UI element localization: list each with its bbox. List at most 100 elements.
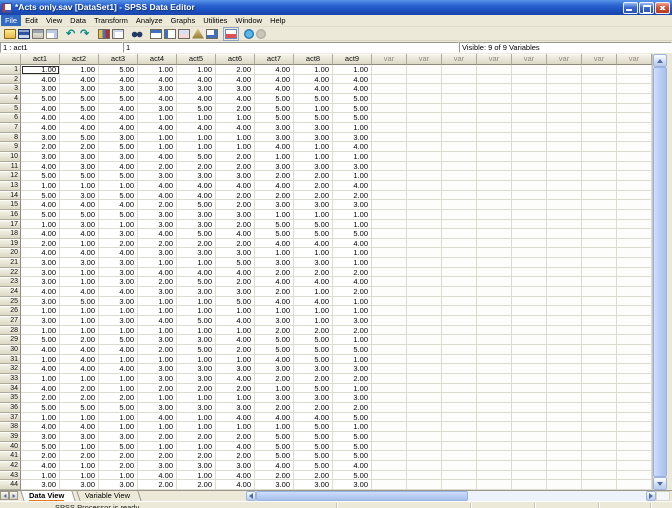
cell[interactable]	[582, 238, 617, 249]
cell[interactable]	[582, 151, 617, 162]
cell[interactable]: 1.00	[294, 248, 333, 259]
cell[interactable]: 3.00	[255, 132, 294, 143]
cell[interactable]	[512, 441, 547, 452]
cell[interactable]: 3.00	[60, 480, 99, 490]
cell[interactable]	[582, 229, 617, 239]
cell[interactable]	[582, 248, 617, 259]
cell[interactable]	[442, 142, 477, 152]
cell[interactable]: 3.00	[138, 171, 177, 181]
cell[interactable]	[617, 345, 652, 355]
cell[interactable]: 2.00	[99, 393, 138, 403]
row-header[interactable]: 31	[0, 354, 21, 365]
cell[interactable]: 5.00	[60, 209, 99, 220]
cell[interactable]: 1.00	[60, 306, 99, 317]
cell[interactable]	[582, 470, 617, 481]
cell[interactable]	[547, 200, 582, 210]
cell[interactable]	[512, 402, 547, 413]
cell[interactable]	[582, 364, 617, 374]
row-header[interactable]: 20	[0, 248, 21, 259]
cell[interactable]	[477, 258, 512, 268]
cell[interactable]: 3.00	[294, 393, 333, 403]
cell[interactable]	[407, 402, 442, 413]
cell[interactable]	[407, 267, 442, 278]
cell[interactable]	[372, 151, 407, 162]
cell[interactable]: 2.00	[294, 267, 333, 278]
cell[interactable]: 1.00	[99, 325, 138, 336]
row-header[interactable]: 30	[0, 345, 21, 355]
cell[interactable]: 4.00	[216, 267, 255, 278]
cell[interactable]: 4.00	[138, 122, 177, 133]
cell[interactable]: 1.00	[60, 65, 99, 75]
cell[interactable]: 1.00	[21, 354, 60, 365]
cell[interactable]: 3.00	[177, 374, 216, 384]
cell[interactable]: 4.00	[216, 93, 255, 104]
cell[interactable]	[477, 142, 512, 152]
cell[interactable]	[407, 325, 442, 336]
split-file-icon[interactable]	[178, 28, 190, 39]
cell[interactable]	[617, 316, 652, 326]
cell[interactable]: 4.00	[99, 122, 138, 133]
cell[interactable]: 1.00	[294, 306, 333, 317]
undo-icon[interactable]	[65, 29, 77, 39]
menu-data[interactable]: Data	[66, 15, 90, 26]
cell[interactable]: 5.00	[99, 441, 138, 452]
cell[interactable]: 4.00	[21, 74, 60, 85]
cell[interactable]	[407, 190, 442, 201]
cell[interactable]	[582, 142, 617, 152]
cell[interactable]	[407, 209, 442, 220]
vertical-scrollbar-thumb[interactable]	[653, 67, 667, 477]
cell[interactable]	[617, 219, 652, 230]
cell[interactable]: 1.00	[333, 122, 372, 133]
cell[interactable]: 4.00	[138, 93, 177, 104]
row-header[interactable]: 24	[0, 287, 21, 297]
cell[interactable]	[372, 460, 407, 471]
cell[interactable]: 1.00	[21, 325, 60, 336]
cell[interactable]: 1.00	[99, 374, 138, 384]
cell[interactable]	[372, 451, 407, 461]
cell[interactable]	[617, 277, 652, 288]
cell[interactable]: 2.00	[60, 335, 99, 346]
cell[interactable]: 3.00	[99, 84, 138, 94]
cell[interactable]: 4.00	[216, 480, 255, 490]
cell[interactable]	[512, 460, 547, 471]
cell[interactable]	[547, 402, 582, 413]
cell[interactable]: 4.00	[21, 345, 60, 355]
cell[interactable]: 2.00	[138, 431, 177, 442]
cell[interactable]: 1.00	[99, 354, 138, 365]
cell[interactable]: 5.00	[60, 103, 99, 114]
cell[interactable]	[477, 161, 512, 172]
cell[interactable]: 2.00	[333, 267, 372, 278]
row-header[interactable]: 22	[0, 267, 21, 278]
cell[interactable]: 3.00	[138, 374, 177, 384]
cell[interactable]: 3.00	[60, 190, 99, 201]
cell[interactable]: 1.00	[60, 325, 99, 336]
cell[interactable]	[512, 65, 547, 75]
cell[interactable]: 1.00	[177, 142, 216, 152]
menu-help[interactable]: Help	[266, 15, 289, 26]
cell[interactable]	[372, 383, 407, 394]
cell[interactable]	[617, 480, 652, 490]
cell[interactable]: 3.00	[99, 229, 138, 239]
cell[interactable]	[372, 122, 407, 133]
cell[interactable]: 2.00	[177, 431, 216, 442]
cell[interactable]: 5.00	[255, 335, 294, 346]
cell[interactable]	[372, 93, 407, 104]
cell[interactable]	[582, 402, 617, 413]
cell[interactable]	[547, 103, 582, 114]
cell[interactable]: 4.00	[60, 229, 99, 239]
cell[interactable]	[582, 451, 617, 461]
cell[interactable]: 5.00	[99, 93, 138, 104]
cell[interactable]: 3.00	[177, 460, 216, 471]
cell[interactable]: 2.00	[294, 190, 333, 201]
cell[interactable]: 2.00	[99, 460, 138, 471]
cell[interactable]: 2.00	[216, 103, 255, 114]
cell[interactable]: 3.00	[255, 122, 294, 133]
cell[interactable]: 1.00	[60, 316, 99, 326]
cell[interactable]: 4.00	[216, 335, 255, 346]
cell[interactable]: 4.00	[177, 190, 216, 201]
cell[interactable]	[442, 171, 477, 181]
cell[interactable]: 1.00	[255, 248, 294, 259]
cell[interactable]: 2.00	[216, 238, 255, 249]
cell[interactable]: 3.00	[177, 209, 216, 220]
cell[interactable]	[547, 335, 582, 346]
